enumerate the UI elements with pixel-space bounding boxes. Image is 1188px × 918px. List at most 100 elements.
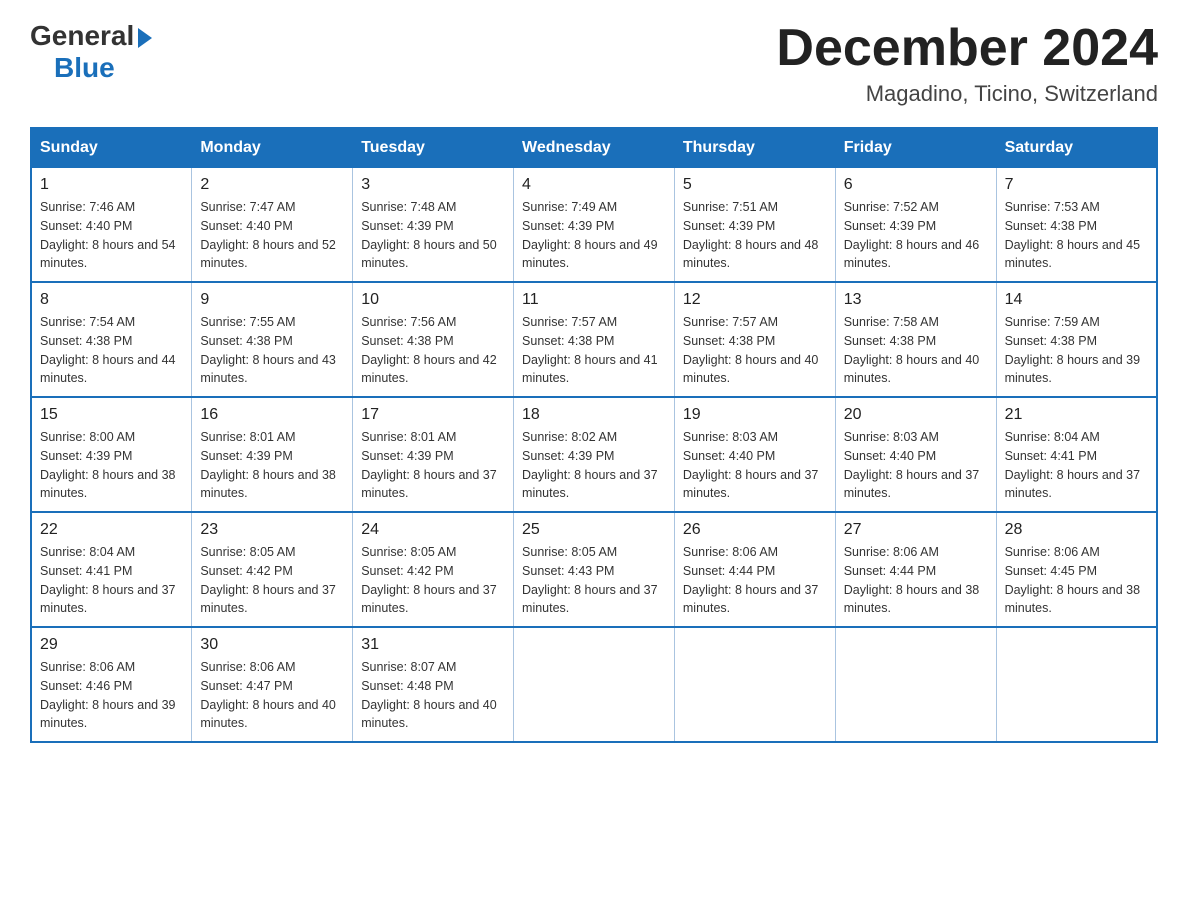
day-info: Sunrise: 7:57 AM Sunset: 4:38 PM Dayligh… [522, 313, 666, 388]
day-number: 24 [361, 521, 505, 539]
day-number: 13 [844, 291, 988, 309]
day-info: Sunrise: 8:05 AM Sunset: 4:42 PM Dayligh… [361, 543, 505, 618]
calendar-cell [514, 627, 675, 742]
day-of-week-header: Saturday [996, 128, 1157, 168]
calendar-header-row: SundayMondayTuesdayWednesdayThursdayFrid… [31, 128, 1157, 168]
day-info: Sunrise: 8:05 AM Sunset: 4:43 PM Dayligh… [522, 543, 666, 618]
day-info: Sunrise: 8:07 AM Sunset: 4:48 PM Dayligh… [361, 658, 505, 733]
day-info: Sunrise: 8:06 AM Sunset: 4:44 PM Dayligh… [683, 543, 827, 618]
calendar-cell: 16 Sunrise: 8:01 AM Sunset: 4:39 PM Dayl… [192, 397, 353, 512]
calendar-cell: 20 Sunrise: 8:03 AM Sunset: 4:40 PM Dayl… [835, 397, 996, 512]
day-info: Sunrise: 8:01 AM Sunset: 4:39 PM Dayligh… [361, 428, 505, 503]
day-number: 19 [683, 406, 827, 424]
day-number: 31 [361, 636, 505, 654]
day-info: Sunrise: 7:49 AM Sunset: 4:39 PM Dayligh… [522, 198, 666, 273]
day-number: 22 [40, 521, 183, 539]
calendar-cell: 21 Sunrise: 8:04 AM Sunset: 4:41 PM Dayl… [996, 397, 1157, 512]
day-of-week-header: Monday [192, 128, 353, 168]
day-number: 12 [683, 291, 827, 309]
title-section: December 2024 Magadino, Ticino, Switzerl… [776, 20, 1158, 107]
calendar-cell: 17 Sunrise: 8:01 AM Sunset: 4:39 PM Dayl… [353, 397, 514, 512]
day-number: 6 [844, 176, 988, 194]
day-info: Sunrise: 8:06 AM Sunset: 4:44 PM Dayligh… [844, 543, 988, 618]
day-info: Sunrise: 8:06 AM Sunset: 4:47 PM Dayligh… [200, 658, 344, 733]
day-info: Sunrise: 8:00 AM Sunset: 4:39 PM Dayligh… [40, 428, 183, 503]
day-number: 5 [683, 176, 827, 194]
day-number: 17 [361, 406, 505, 424]
month-title: December 2024 [776, 20, 1158, 77]
day-number: 7 [1005, 176, 1148, 194]
day-info: Sunrise: 7:56 AM Sunset: 4:38 PM Dayligh… [361, 313, 505, 388]
day-number: 11 [522, 291, 666, 309]
day-info: Sunrise: 7:53 AM Sunset: 4:38 PM Dayligh… [1005, 198, 1148, 273]
calendar-cell: 26 Sunrise: 8:06 AM Sunset: 4:44 PM Dayl… [674, 512, 835, 627]
calendar-cell [674, 627, 835, 742]
calendar-cell: 9 Sunrise: 7:55 AM Sunset: 4:38 PM Dayli… [192, 282, 353, 397]
day-info: Sunrise: 8:03 AM Sunset: 4:40 PM Dayligh… [844, 428, 988, 503]
calendar-cell: 3 Sunrise: 7:48 AM Sunset: 4:39 PM Dayli… [353, 168, 514, 283]
day-info: Sunrise: 7:54 AM Sunset: 4:38 PM Dayligh… [40, 313, 183, 388]
day-number: 29 [40, 636, 183, 654]
day-number: 16 [200, 406, 344, 424]
page-header: General Blue December 2024 Magadino, Tic… [30, 20, 1158, 107]
day-info: Sunrise: 7:47 AM Sunset: 4:40 PM Dayligh… [200, 198, 344, 273]
calendar-cell: 8 Sunrise: 7:54 AM Sunset: 4:38 PM Dayli… [31, 282, 192, 397]
day-info: Sunrise: 8:05 AM Sunset: 4:42 PM Dayligh… [200, 543, 344, 618]
day-number: 8 [40, 291, 183, 309]
day-info: Sunrise: 7:52 AM Sunset: 4:39 PM Dayligh… [844, 198, 988, 273]
day-number: 1 [40, 176, 183, 194]
calendar-cell: 12 Sunrise: 7:57 AM Sunset: 4:38 PM Dayl… [674, 282, 835, 397]
day-of-week-header: Wednesday [514, 128, 675, 168]
day-info: Sunrise: 7:55 AM Sunset: 4:38 PM Dayligh… [200, 313, 344, 388]
day-number: 14 [1005, 291, 1148, 309]
day-number: 21 [1005, 406, 1148, 424]
calendar-cell: 19 Sunrise: 8:03 AM Sunset: 4:40 PM Dayl… [674, 397, 835, 512]
day-of-week-header: Friday [835, 128, 996, 168]
day-info: Sunrise: 8:04 AM Sunset: 4:41 PM Dayligh… [40, 543, 183, 618]
calendar-cell: 29 Sunrise: 8:06 AM Sunset: 4:46 PM Dayl… [31, 627, 192, 742]
day-info: Sunrise: 8:02 AM Sunset: 4:39 PM Dayligh… [522, 428, 666, 503]
calendar-cell: 2 Sunrise: 7:47 AM Sunset: 4:40 PM Dayli… [192, 168, 353, 283]
calendar-cell: 6 Sunrise: 7:52 AM Sunset: 4:39 PM Dayli… [835, 168, 996, 283]
day-number: 3 [361, 176, 505, 194]
calendar-cell: 14 Sunrise: 7:59 AM Sunset: 4:38 PM Dayl… [996, 282, 1157, 397]
logo: General Blue [30, 20, 152, 84]
logo-blue-text: Blue [54, 52, 115, 84]
calendar-cell [835, 627, 996, 742]
day-number: 2 [200, 176, 344, 194]
calendar-cell: 30 Sunrise: 8:06 AM Sunset: 4:47 PM Dayl… [192, 627, 353, 742]
day-number: 18 [522, 406, 666, 424]
day-info: Sunrise: 8:04 AM Sunset: 4:41 PM Dayligh… [1005, 428, 1148, 503]
day-number: 20 [844, 406, 988, 424]
day-info: Sunrise: 8:06 AM Sunset: 4:46 PM Dayligh… [40, 658, 183, 733]
calendar-cell: 25 Sunrise: 8:05 AM Sunset: 4:43 PM Dayl… [514, 512, 675, 627]
day-info: Sunrise: 7:58 AM Sunset: 4:38 PM Dayligh… [844, 313, 988, 388]
calendar-cell: 13 Sunrise: 7:58 AM Sunset: 4:38 PM Dayl… [835, 282, 996, 397]
day-number: 26 [683, 521, 827, 539]
calendar-cell: 1 Sunrise: 7:46 AM Sunset: 4:40 PM Dayli… [31, 168, 192, 283]
calendar-table: SundayMondayTuesdayWednesdayThursdayFrid… [30, 127, 1158, 743]
day-number: 23 [200, 521, 344, 539]
calendar-cell: 11 Sunrise: 7:57 AM Sunset: 4:38 PM Dayl… [514, 282, 675, 397]
calendar-cell: 10 Sunrise: 7:56 AM Sunset: 4:38 PM Dayl… [353, 282, 514, 397]
day-info: Sunrise: 8:01 AM Sunset: 4:39 PM Dayligh… [200, 428, 344, 503]
calendar-cell: 27 Sunrise: 8:06 AM Sunset: 4:44 PM Dayl… [835, 512, 996, 627]
calendar-cell: 18 Sunrise: 8:02 AM Sunset: 4:39 PM Dayl… [514, 397, 675, 512]
calendar-week-row: 15 Sunrise: 8:00 AM Sunset: 4:39 PM Dayl… [31, 397, 1157, 512]
day-number: 15 [40, 406, 183, 424]
calendar-week-row: 22 Sunrise: 8:04 AM Sunset: 4:41 PM Dayl… [31, 512, 1157, 627]
calendar-cell: 4 Sunrise: 7:49 AM Sunset: 4:39 PM Dayli… [514, 168, 675, 283]
calendar-cell: 15 Sunrise: 8:00 AM Sunset: 4:39 PM Dayl… [31, 397, 192, 512]
logo-arrow-icon [138, 28, 152, 48]
day-of-week-header: Sunday [31, 128, 192, 168]
day-number: 25 [522, 521, 666, 539]
calendar-cell: 7 Sunrise: 7:53 AM Sunset: 4:38 PM Dayli… [996, 168, 1157, 283]
calendar-cell: 5 Sunrise: 7:51 AM Sunset: 4:39 PM Dayli… [674, 168, 835, 283]
day-info: Sunrise: 7:48 AM Sunset: 4:39 PM Dayligh… [361, 198, 505, 273]
location-text: Magadino, Ticino, Switzerland [776, 81, 1158, 107]
day-number: 9 [200, 291, 344, 309]
calendar-week-row: 1 Sunrise: 7:46 AM Sunset: 4:40 PM Dayli… [31, 168, 1157, 283]
day-number: 27 [844, 521, 988, 539]
day-number: 4 [522, 176, 666, 194]
day-of-week-header: Tuesday [353, 128, 514, 168]
